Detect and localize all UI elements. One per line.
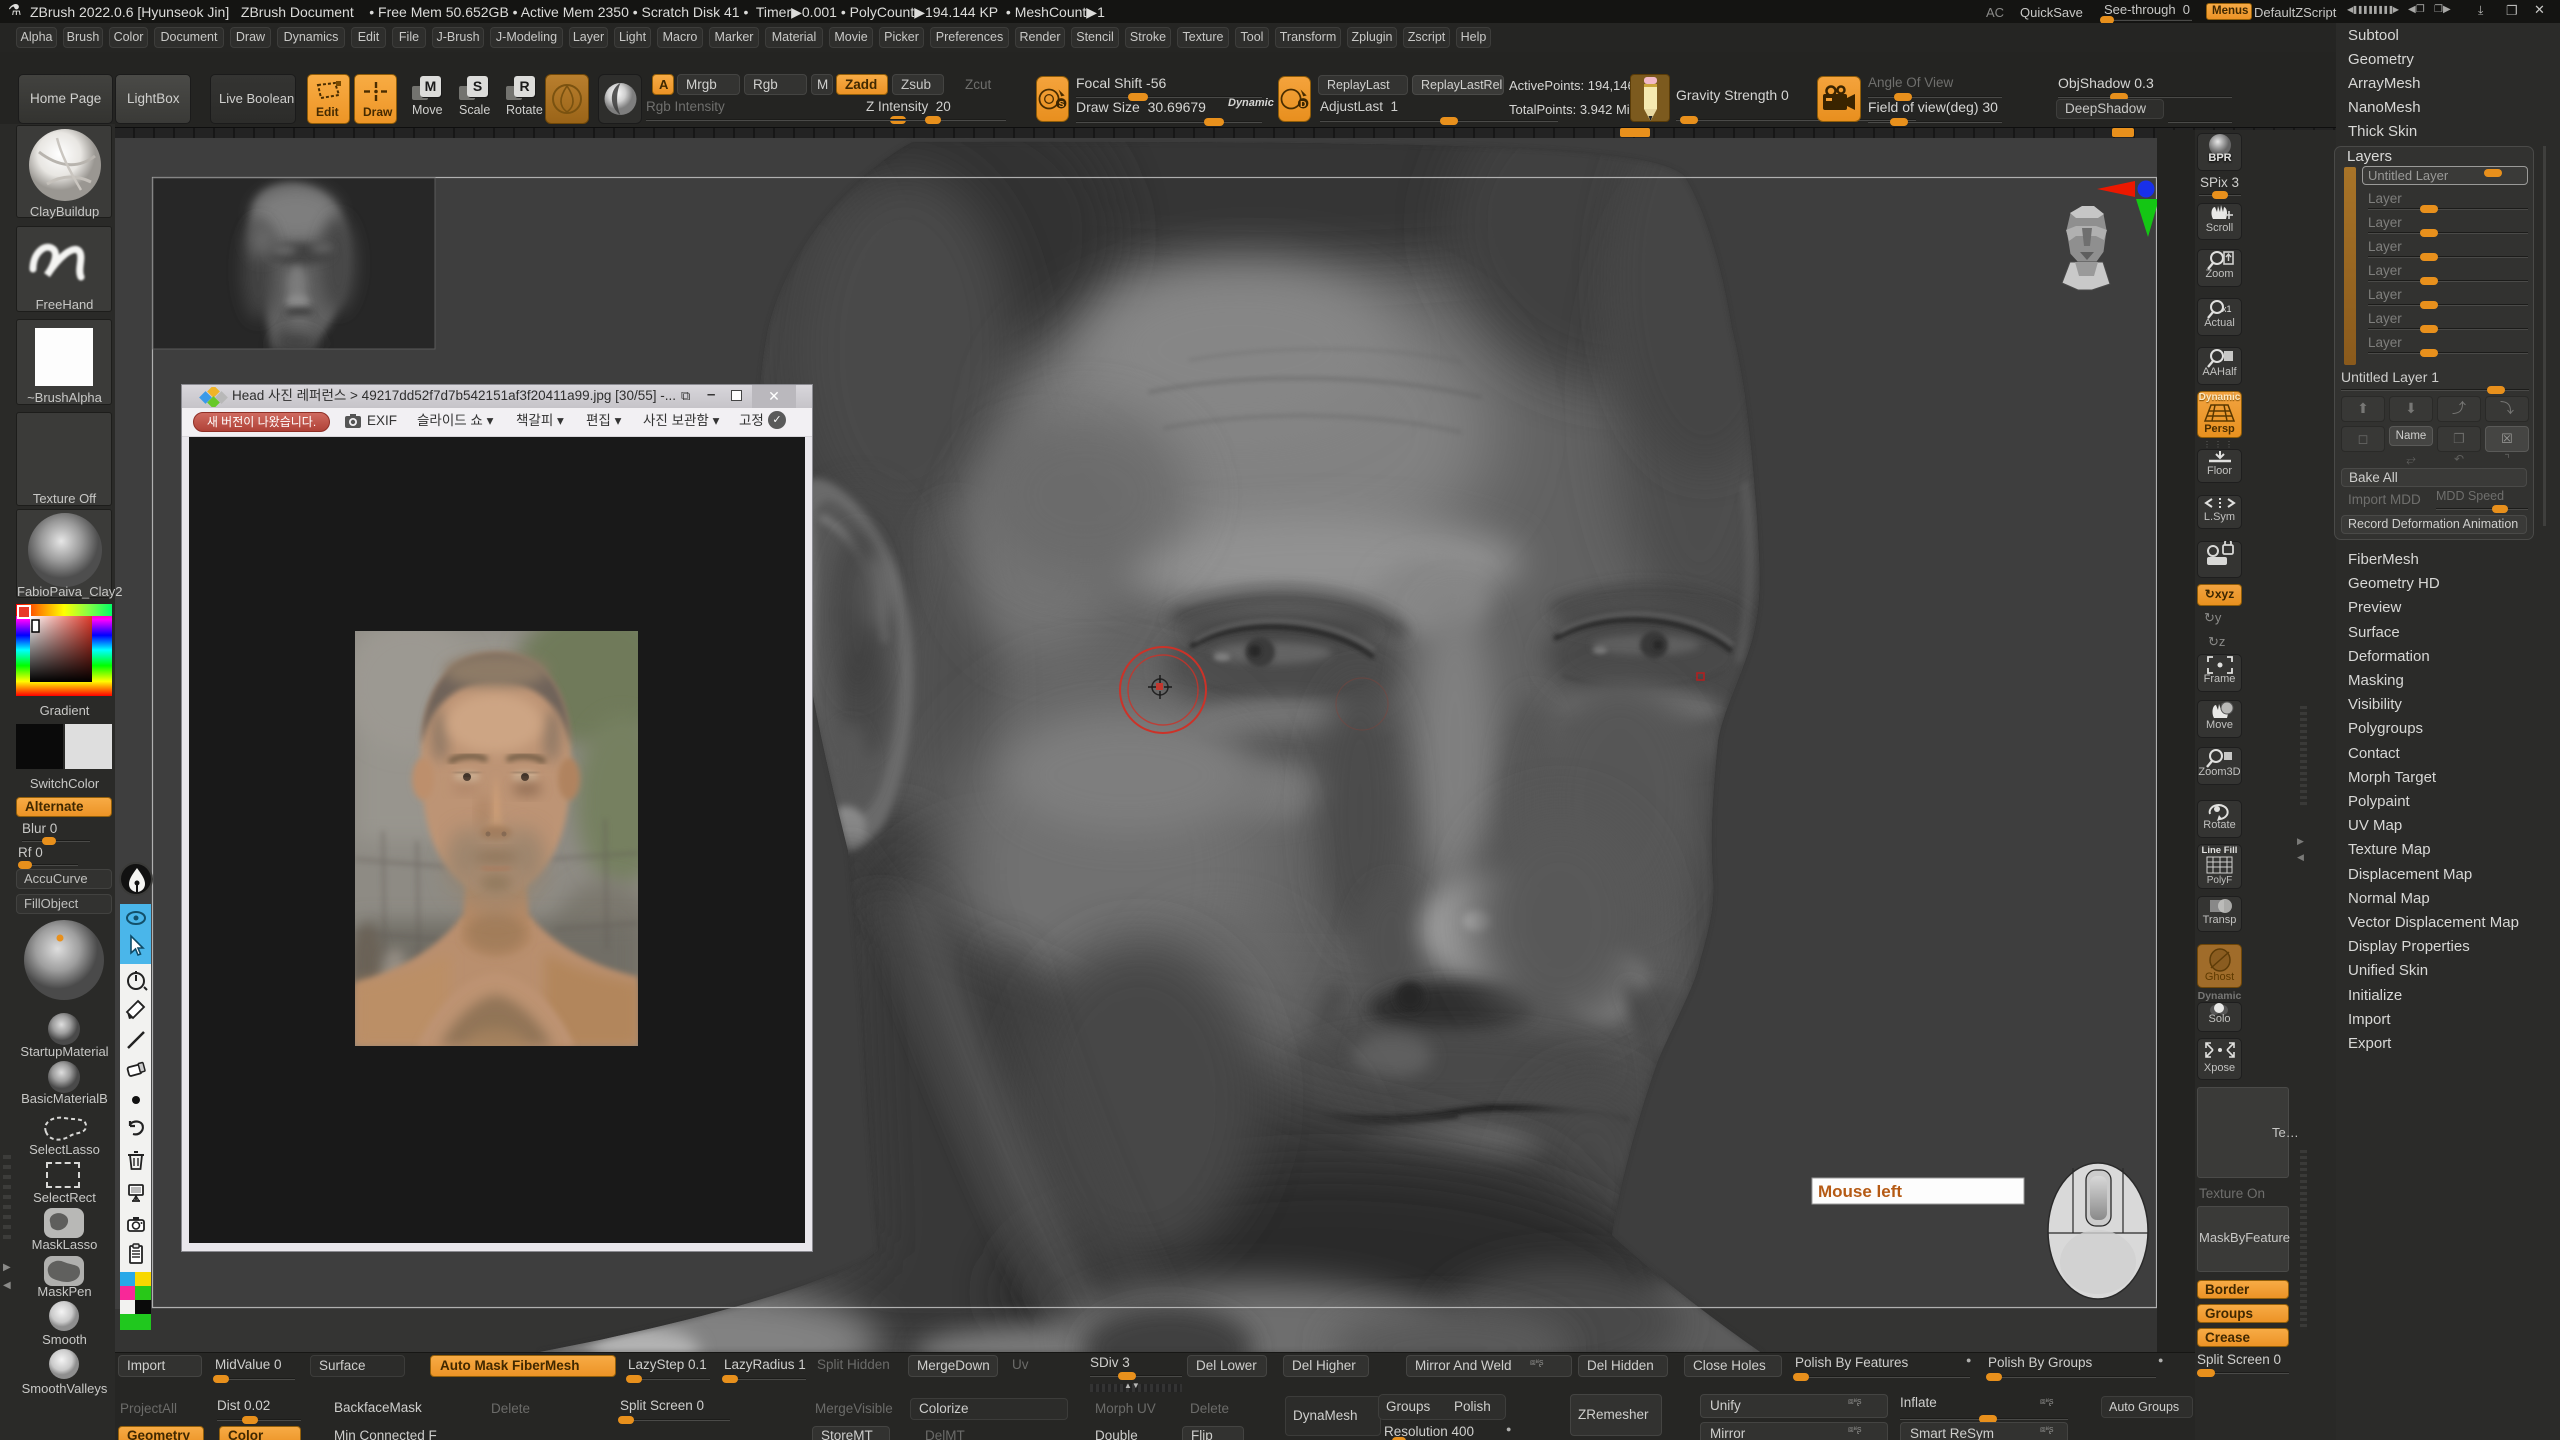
svg-text:D: D [1300, 99, 1306, 109]
svg-text:Mouse left: Mouse left [1818, 1182, 1902, 1201]
svg-text:S: S [1059, 99, 1065, 109]
svg-text:x1: x1 [2222, 304, 2232, 314]
